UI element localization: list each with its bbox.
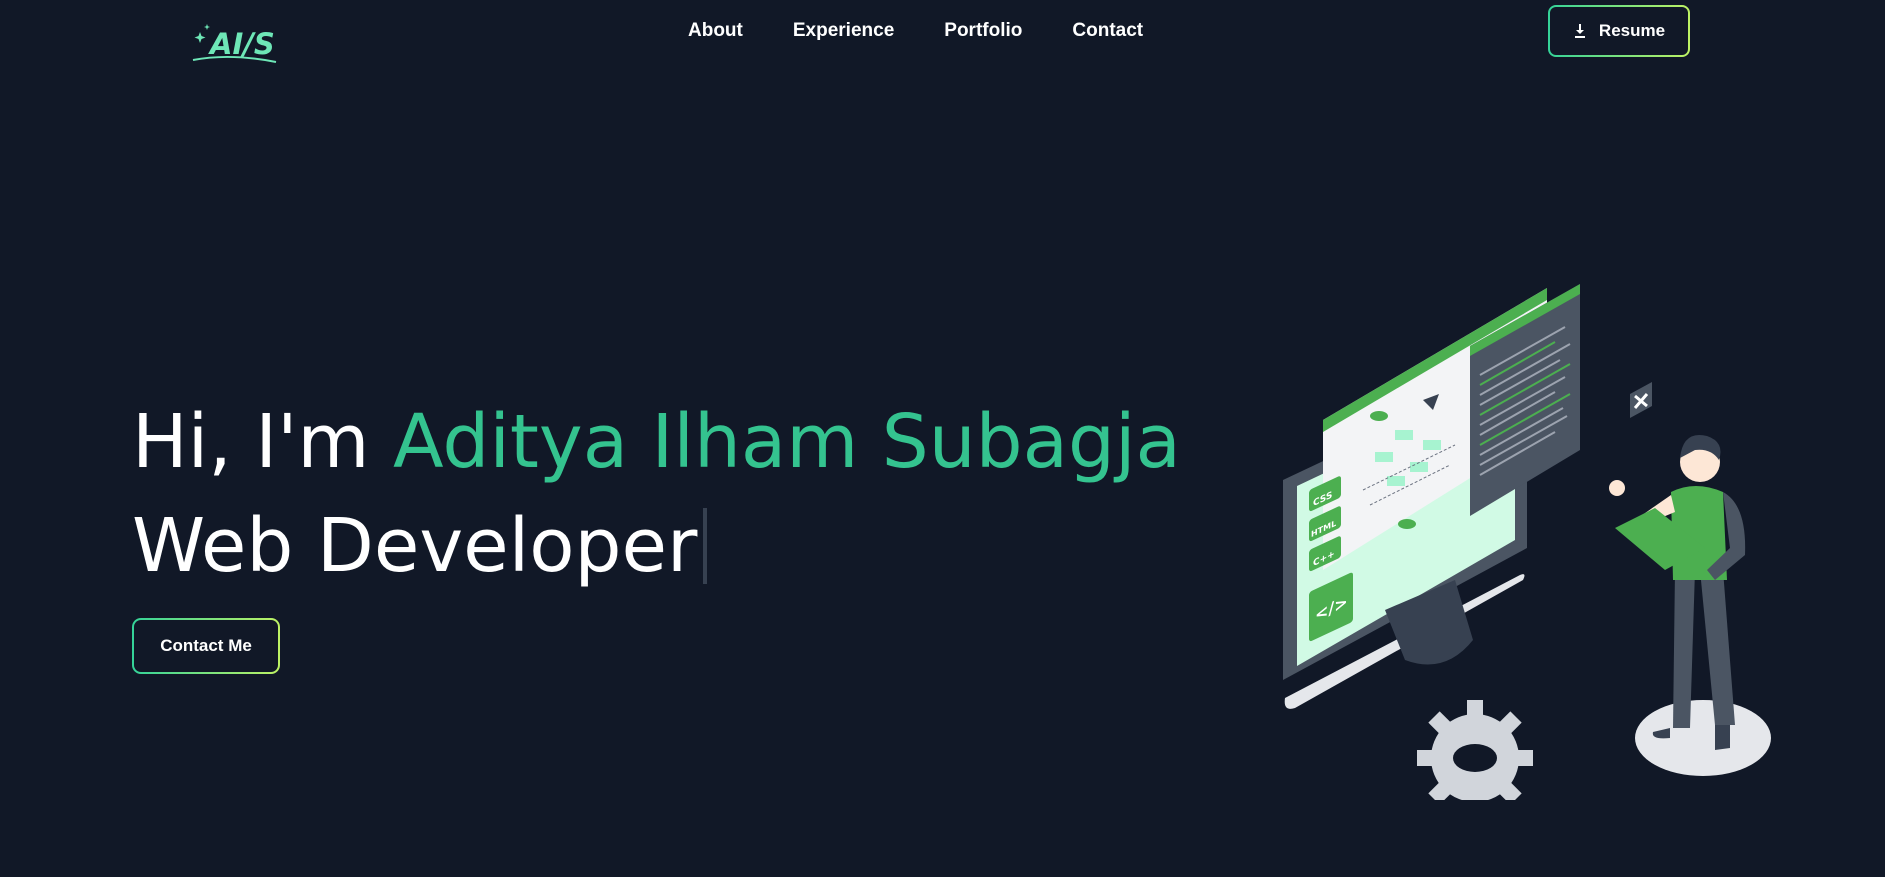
nav-experience[interactable]: Experience <box>793 18 894 44</box>
site-logo[interactable]: AI/S <box>190 18 280 68</box>
flow-node <box>1370 411 1388 421</box>
nav-about[interactable]: About <box>688 18 743 44</box>
resume-button[interactable]: Resume <box>1548 5 1690 57</box>
floating-close-icon <box>1630 382 1652 418</box>
resume-label: Resume <box>1598 21 1666 40</box>
page: AI/S About Experience Portfolio Contact … <box>0 0 1885 877</box>
nav-portfolio[interactable]: Portfolio <box>944 18 1022 44</box>
flow-box <box>1410 462 1428 472</box>
hero-heading: Hi, I'm Aditya Ilham Subagja <box>132 398 1181 486</box>
flow-box <box>1423 440 1441 450</box>
logo-text: AI/S <box>208 27 275 61</box>
platform <box>1635 700 1771 776</box>
hero-greeting: Hi, I'm <box>132 399 394 485</box>
gear-icon <box>1417 700 1533 800</box>
nav-contact[interactable]: Contact <box>1072 18 1143 44</box>
flow-box <box>1375 452 1393 462</box>
hero-role: Web Developer <box>132 503 698 589</box>
download-icon <box>1574 24 1585 38</box>
sparkle-icon <box>194 24 210 43</box>
flow-node <box>1398 519 1416 529</box>
typing-caret <box>703 508 708 584</box>
main-nav: About Experience Portfolio Contact <box>688 18 1193 44</box>
flow-box <box>1387 476 1405 486</box>
developer-person <box>1609 434 1746 750</box>
resume-button-inner: Resume <box>1550 7 1688 55</box>
developer-illustration: CSS HTML C++ </> <box>1283 284 1771 800</box>
contact-me-button[interactable]: Contact Me <box>132 618 280 674</box>
hero-name: Aditya Ilham Subagja <box>393 399 1181 485</box>
contact-me-button-inner: Contact Me <box>134 620 278 672</box>
flow-box <box>1395 430 1413 440</box>
hero-role-line: Web Developer <box>132 502 708 590</box>
